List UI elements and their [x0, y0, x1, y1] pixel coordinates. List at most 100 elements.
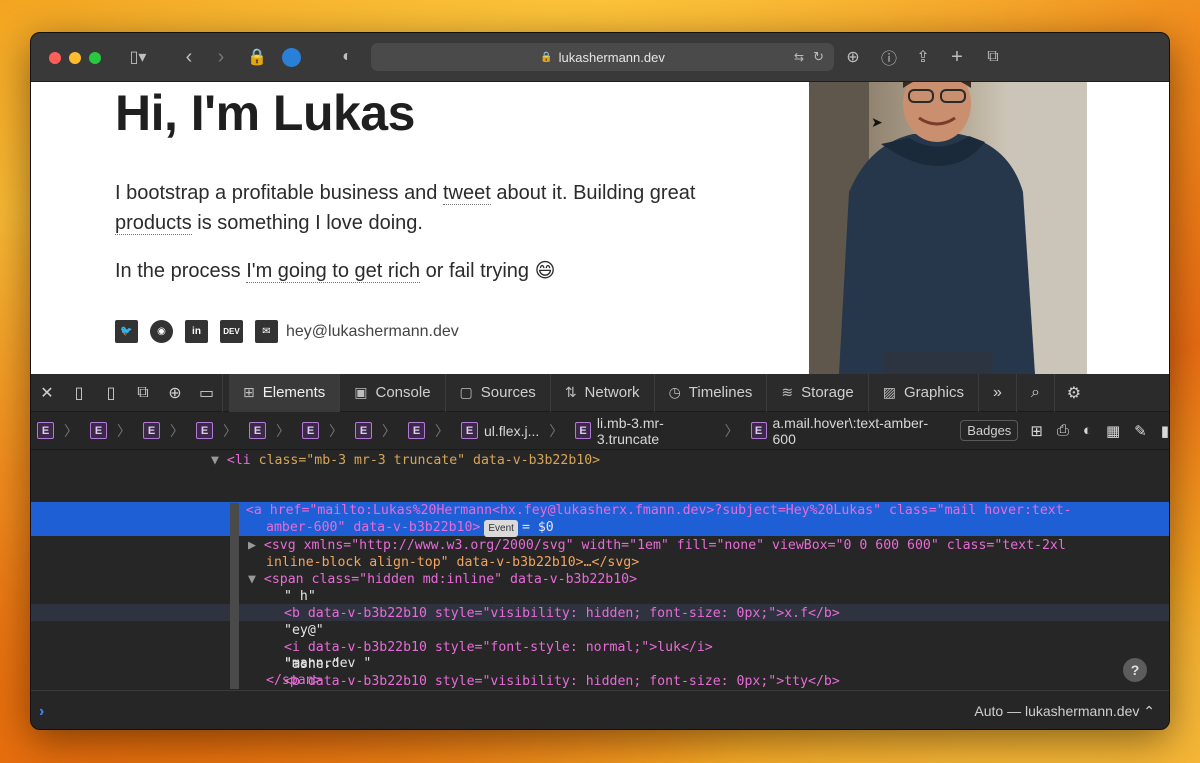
- forward-icon[interactable]: ›: [211, 46, 231, 68]
- email-link[interactable]: hey@lukashermann.dev: [286, 323, 459, 341]
- tab-storage-label: Storage: [801, 384, 854, 401]
- privacy-shield-icon[interactable]: ◐: [337, 46, 357, 68]
- element-crumb-icon[interactable]: E: [302, 422, 319, 439]
- mail-icon[interactable]: ✉: [255, 320, 278, 343]
- tab-timelines[interactable]: ◷ Timelines: [655, 373, 768, 412]
- tab-overview-icon[interactable]: ⧉: [983, 46, 1003, 68]
- tab-graphics[interactable]: ▨ Graphics: [869, 373, 979, 412]
- dom-text-h[interactable]: " h": [284, 588, 316, 605]
- adblock-extension-icon[interactable]: [281, 46, 301, 68]
- process-paragraph: In the process I'm going to get rich or …: [115, 256, 755, 286]
- grid-icon[interactable]: ▦: [1106, 422, 1120, 440]
- tweet-link[interactable]: tweet: [443, 182, 491, 205]
- element-crumb-icon[interactable]: E: [143, 422, 160, 439]
- settings-gear-icon[interactable]: ⚙: [1055, 374, 1093, 412]
- print-icon[interactable]: ⎙: [1057, 422, 1069, 439]
- sidebar-toggle-icon[interactable]: ▯▾: [121, 46, 155, 68]
- dom-node-b2[interactable]: <b data-v-b3b22b10 style="visibility: hi…: [284, 673, 840, 690]
- dock-right-icon[interactable]: ▯: [95, 374, 127, 412]
- dom-node-svg[interactable]: ▶ <svg xmlns="http://www.w3.org/2000/svg…: [248, 537, 1066, 554]
- portrait-illustration: [809, 82, 1087, 374]
- get-rich-link[interactable]: I'm going to get rich: [246, 260, 421, 283]
- help-button[interactable]: ?: [1123, 658, 1147, 682]
- element-crumb-icon: E: [750, 422, 767, 439]
- breadcrumb-li[interactable]: Eli.mb-3.mr-3.truncate 〉: [575, 415, 742, 447]
- tab-console[interactable]: ▣ Console: [340, 373, 446, 412]
- translate-icon[interactable]: ⇆: [794, 50, 804, 64]
- url-text: lukashermann.dev: [558, 49, 665, 65]
- console-icon: ▣: [354, 384, 368, 400]
- breadcrumb-ul[interactable]: Eul.flex.j... 〉: [461, 421, 567, 441]
- back-icon[interactable]: ‹: [179, 46, 199, 68]
- mouse-cursor-icon: ➤: [871, 114, 883, 130]
- intro-text-3: is something I love doing.: [191, 212, 423, 234]
- dom-text-h-value: " h": [284, 589, 316, 604]
- event-badge[interactable]: Event: [484, 520, 518, 537]
- zoom-window-button[interactable]: [89, 52, 101, 64]
- dock-left-icon[interactable]: ▯: [63, 374, 95, 412]
- dom-node-span[interactable]: ▼ <span class="hidden md:inline" data-v-…: [248, 571, 637, 588]
- dom-node-i[interactable]: <i data-v-b3b22b10 style="font-style: no…: [284, 639, 713, 656]
- more-tabs-icon[interactable]: »: [979, 373, 1017, 412]
- element-crumb-icon[interactable]: E: [90, 422, 107, 439]
- products-link[interactable]: products: [115, 212, 192, 235]
- dev-icon[interactable]: DEV: [220, 320, 243, 343]
- layout-icon[interactable]: ⊞: [1030, 422, 1043, 440]
- details-sidebar-icon[interactable]: ▮: [1161, 422, 1169, 440]
- dom-node-a[interactable]: ▼ <a href="mailto:Lukas%20Hermann<hx.fey…: [230, 502, 1072, 519]
- network-icon: ⇅: [564, 384, 577, 400]
- dom-node-li[interactable]: ▼ <li class="mb-3 mr-3 truncate" data-v-…: [211, 452, 600, 469]
- elements-icon: ⊞: [243, 384, 255, 400]
- element-crumb-icon[interactable]: E: [355, 422, 372, 439]
- dom-svg-line2: inline-block align-top" data-v-b3b22b10>…: [266, 555, 640, 570]
- close-window-button[interactable]: [49, 52, 61, 64]
- appearance-icon[interactable]: ◐: [1083, 422, 1092, 439]
- tab-sources[interactable]: ▢ Sources: [446, 373, 551, 412]
- tab-storage[interactable]: ≋ Storage: [767, 373, 869, 412]
- tab-network[interactable]: ⇅ Network: [551, 373, 655, 412]
- element-crumb-icon[interactable]: E: [37, 422, 54, 439]
- element-crumb-icon[interactable]: E: [249, 422, 266, 439]
- dom-text-ey[interactable]: "ey@": [284, 622, 324, 639]
- dom-a-line2: amber-600" data-v-b3b22b10>: [266, 520, 481, 535]
- dom-span-close[interactable]: </span>: [266, 673, 322, 688]
- linkedin-icon[interactable]: in: [185, 320, 208, 343]
- device-icon[interactable]: ▭: [191, 373, 223, 412]
- console-input-bar[interactable]: › Auto — lukashermann.dev ⌃: [31, 690, 1169, 729]
- dom-node-b1[interactable]: <b data-v-b3b22b10 style="visibility: hi…: [284, 605, 840, 622]
- element-crumb-icon[interactable]: E: [196, 422, 213, 439]
- minimize-window-button[interactable]: [69, 52, 81, 64]
- close-devtools-icon[interactable]: ✕: [31, 374, 63, 412]
- dom-text-ey-value: "ey@": [284, 623, 324, 638]
- tab-sources-label: Sources: [480, 384, 536, 401]
- github-icon[interactable]: ◉: [150, 320, 173, 343]
- element-crumb-icon: E: [461, 422, 478, 439]
- share-icon[interactable]: ⇪: [913, 46, 933, 68]
- dom-b1-value: <b data-v-b3b22b10 style="visibility: hi…: [284, 606, 840, 621]
- info-icon[interactable]: ⓘ: [879, 46, 899, 68]
- new-tab-icon[interactable]: +: [947, 46, 967, 68]
- dom-node-a-cont[interactable]: amber-600" data-v-b3b22b10> Event = $0: [266, 519, 554, 537]
- downloads-icon[interactable]: ⊕: [843, 46, 863, 68]
- reload-icon[interactable]: ↻: [813, 49, 824, 65]
- tab-elements-label: Elements: [262, 384, 326, 401]
- element-crumb-icon[interactable]: E: [408, 422, 425, 439]
- tab-elements[interactable]: ⊞ Elements: [229, 373, 341, 412]
- dom-span-close-value: </span>: [266, 673, 322, 688]
- address-bar[interactable]: 🔒 lukashermann.dev ⇆ ↻: [371, 43, 834, 71]
- lock-icon: 🔒: [540, 51, 553, 63]
- brush-icon[interactable]: ✎: [1134, 422, 1147, 440]
- intro-text-1: I bootstrap a profitable business and: [115, 182, 443, 204]
- tab-network-label: Network: [584, 384, 640, 401]
- lock-extension-icon[interactable]: 🔒: [247, 46, 267, 68]
- execution-context-select[interactable]: Auto — lukashermann.dev ⌃: [974, 703, 1155, 720]
- twitter-icon[interactable]: 🐦: [115, 320, 138, 343]
- breadcrumb-a[interactable]: Ea.mail.hover\:text-amber-600: [750, 415, 939, 447]
- inspect-element-icon[interactable]: ⊕: [159, 374, 191, 412]
- dom-text-mann[interactable]: "mann.dev ": [284, 656, 371, 671]
- badges-button[interactable]: Badges: [960, 420, 1019, 441]
- dom-node-svg-cont[interactable]: inline-block align-top" data-v-b3b22b10>…: [266, 554, 639, 571]
- search-icon[interactable]: ⌕: [1017, 373, 1055, 412]
- devtools-tab-bar: ✕ ▯ ▯ ⧉ ⊕ ▭ ⊞ Elements ▣ Console ▢ Sources …: [31, 373, 1169, 412]
- undock-icon[interactable]: ⧉: [127, 374, 159, 412]
